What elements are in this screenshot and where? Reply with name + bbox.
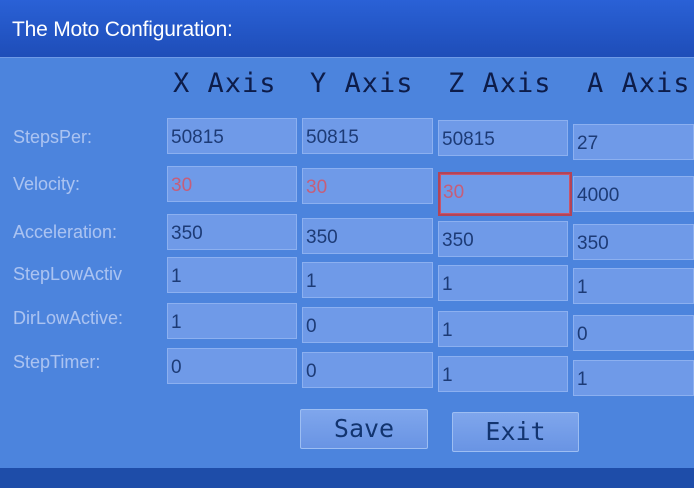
acceleration-z-field[interactable]: 350 — [438, 221, 568, 257]
step-low-active-z-field[interactable]: 1 — [438, 265, 568, 301]
steps-per-y-field[interactable]: 50815 — [302, 118, 433, 154]
steps-per-z-field[interactable]: 50815 — [438, 120, 568, 156]
step-low-active-label: StepLowActiv — [13, 264, 123, 284]
dir-low-active-label: DirLowActive: — [13, 308, 124, 328]
velocity-x-field[interactable]: 30 — [167, 166, 297, 202]
velocity-a-field[interactable]: 4000 — [573, 176, 694, 212]
step-low-active-x-field[interactable]: 1 — [167, 257, 297, 293]
step-timer-z-field[interactable]: 1 — [438, 356, 568, 392]
title-bar: The Moto Configuration: — [0, 0, 694, 58]
save-button[interactable]: Save — [300, 409, 428, 449]
acceleration-x-field[interactable]: 350 — [167, 214, 297, 250]
acceleration-y-field[interactable]: 350 — [302, 218, 433, 254]
z-axis-header: Z Axis — [448, 68, 552, 99]
dir-low-active-y-field[interactable]: 0 — [302, 307, 433, 343]
step-low-active-a-field[interactable]: 1 — [573, 268, 694, 304]
step-timer-label: StepTimer: — [13, 352, 101, 372]
dir-low-active-a-field[interactable]: 0 — [573, 315, 694, 351]
y-axis-header: Y Axis — [310, 68, 414, 99]
step-timer-y-field[interactable]: 0 — [302, 352, 433, 388]
step-timer-a-field[interactable]: 1 — [573, 360, 694, 396]
velocity-label: Velocity: — [13, 174, 81, 194]
moto-configuration-screen: The Moto Configuration: X Axis Y Axis Z … — [0, 0, 694, 488]
acceleration-a-field[interactable]: 350 — [573, 224, 694, 260]
window-title: The Moto Configuration: — [12, 18, 233, 41]
steps-per-label: StepsPer: — [13, 127, 93, 147]
x-axis-header: X Axis — [173, 68, 277, 99]
step-timer-x-field[interactable]: 0 — [167, 348, 297, 384]
step-low-active-y-field[interactable]: 1 — [302, 262, 433, 298]
steps-per-a-field[interactable]: 27 — [573, 124, 694, 160]
dir-low-active-z-field[interactable]: 1 — [438, 311, 568, 347]
a-axis-header: A Axis — [587, 68, 691, 99]
exit-button[interactable]: Exit — [452, 412, 579, 452]
velocity-y-field[interactable]: 30 — [302, 168, 433, 204]
dir-low-active-x-field[interactable]: 1 — [167, 303, 297, 339]
bottom-edge — [0, 468, 694, 488]
steps-per-x-field[interactable]: 50815 — [167, 118, 297, 154]
velocity-z-field[interactable]: 30 — [438, 172, 572, 216]
acceleration-label: Acceleration: — [13, 222, 118, 242]
